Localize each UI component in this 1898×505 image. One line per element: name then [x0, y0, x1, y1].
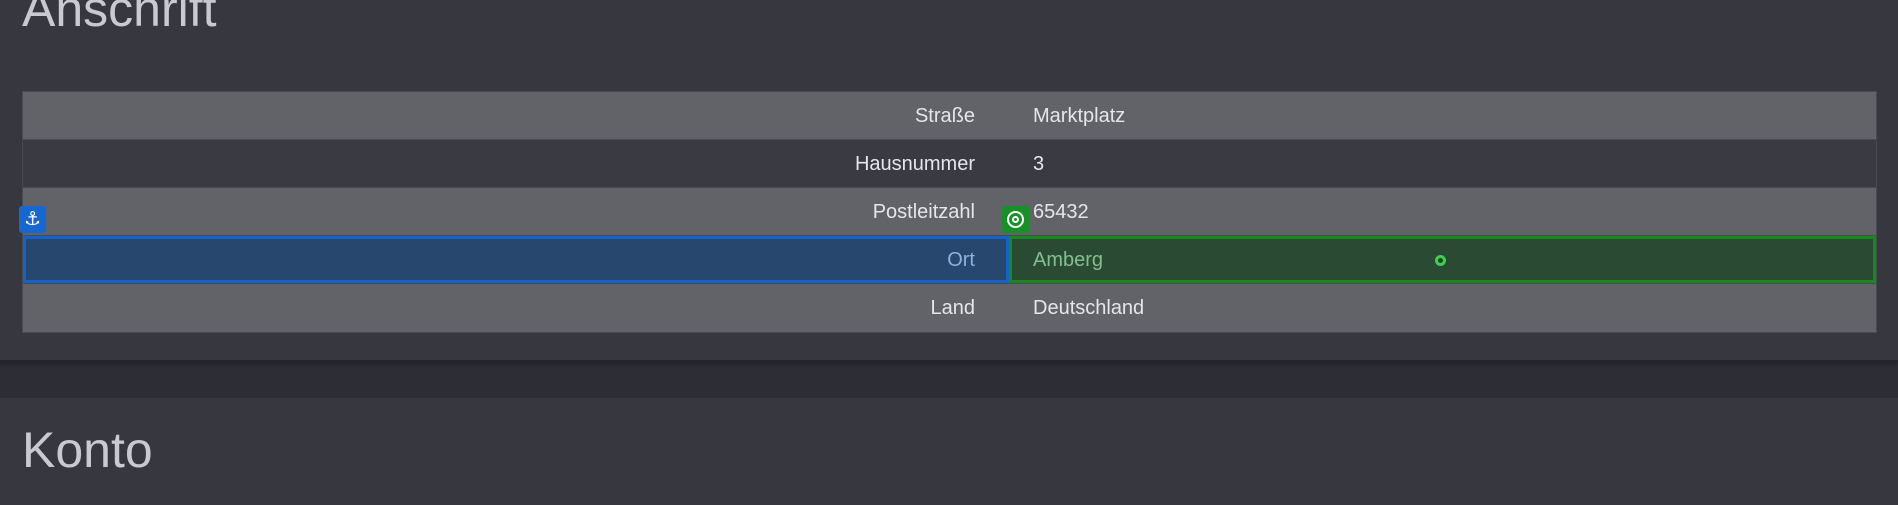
- target-ring-inner: [1012, 216, 1019, 223]
- table-row-postal-code: Postleitzahl 65432: [23, 188, 1876, 236]
- cursor-dot: [1435, 255, 1446, 266]
- row-label: Straße: [914, 105, 975, 127]
- row-value[interactable]: Deutschland: [1009, 284, 1876, 332]
- row-label: Hausnummer: [854, 153, 975, 175]
- address-card: Anschrift Straße Marktplatz Hausnummer 3…: [0, 0, 1898, 362]
- section-title-account: Konto: [22, 422, 153, 478]
- row-value[interactable]: 3: [1009, 140, 1876, 187]
- row-value[interactable]: Marktplatz: [1009, 92, 1876, 139]
- target-icon[interactable]: [1002, 206, 1029, 233]
- table-row-street: Straße Marktplatz: [23, 92, 1876, 140]
- section-title-address: Anschrift: [22, 0, 217, 37]
- row-label: Postleitzahl: [872, 201, 975, 223]
- anchor-icon[interactable]: ⚓: [19, 206, 46, 233]
- address-table: Straße Marktplatz Hausnummer 3 Postleitz…: [22, 91, 1877, 333]
- row-label: Land: [930, 297, 976, 319]
- table-row-country: Land Deutschland: [23, 284, 1876, 332]
- row-value[interactable]: 65432: [1009, 188, 1876, 235]
- table-row-house-number: Hausnummer 3: [23, 140, 1876, 188]
- table-row-city: Ort Amberg: [23, 236, 1876, 284]
- page: Anschrift Straße Marktplatz Hausnummer 3…: [0, 0, 1898, 505]
- row-label-highlighted[interactable]: Ort: [23, 236, 1009, 283]
- account-card: Konto: [0, 398, 1898, 505]
